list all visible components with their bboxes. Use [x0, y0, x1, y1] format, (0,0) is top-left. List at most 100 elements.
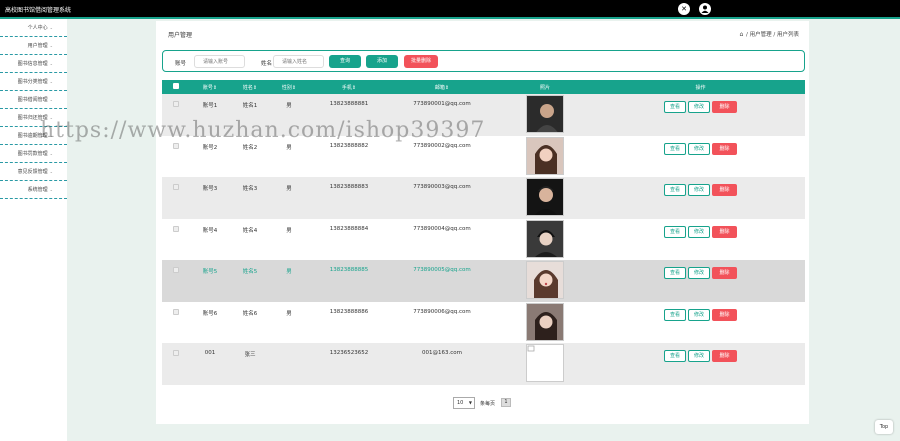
column-header[interactable]: 账号⇕ — [190, 80, 230, 94]
cell-email: 773890006@qq.com — [413, 308, 471, 315]
cell-gender: 男 — [286, 186, 292, 192]
cell-gender: 男 — [286, 269, 292, 275]
home-icon[interactable]: ⌂ — [739, 31, 743, 38]
top-bar: 高校图书馆借阅管理系统 ✕ — [0, 0, 900, 17]
cell-email: 001@163.com — [422, 350, 462, 356]
header-accent-line — [0, 17, 900, 19]
delete-button[interactable]: 删除 — [712, 350, 738, 362]
batch-delete-button[interactable]: 批量删除 — [404, 55, 438, 68]
app-title: 高校图书馆借阅管理系统 — [5, 7, 72, 14]
delete-button[interactable]: 删除 — [712, 142, 738, 155]
cell-gender: 男 — [286, 310, 292, 317]
view-button[interactable]: 查看 — [663, 101, 686, 113]
row-checkbox[interactable] — [173, 142, 179, 149]
cell-name: 姓名1 — [242, 103, 258, 109]
cell-gender — [270, 343, 308, 385]
row-checkbox[interactable] — [173, 308, 179, 315]
cell-phone: 13823888883 — [329, 184, 369, 190]
delete-button[interactable]: 删除 — [712, 267, 738, 279]
table-row: 001 张三 13236523652 001@163.com 查看 修改 删除 — [162, 343, 805, 385]
view-button[interactable]: 查看 — [663, 308, 686, 321]
edit-button[interactable]: 修改 — [688, 184, 711, 196]
edit-button[interactable]: 修改 — [688, 350, 711, 362]
cell-phone: 13823888882 — [329, 142, 369, 149]
sidebar-item-book-info[interactable]: 图书信息管理 ⌄ — [0, 55, 67, 73]
sidebar-item-system[interactable]: 系统管理 ⌄ — [0, 181, 67, 199]
breadcrumb-item[interactable]: 用户管理 — [750, 32, 772, 38]
select-all-checkbox[interactable] — [173, 83, 179, 89]
view-button[interactable]: 查看 — [663, 350, 686, 362]
chevron-down-icon: ⌄ — [49, 43, 53, 48]
chevron-down-icon: ⌄ — [49, 187, 53, 192]
page-size-select[interactable]: 10 ▼ — [453, 397, 475, 409]
sidebar-item-book-fine[interactable]: 图书罚款管理 ⌄ — [0, 145, 67, 163]
view-button[interactable]: 查看 — [663, 267, 686, 279]
back-to-top-button[interactable]: Top — [875, 420, 893, 434]
user-photo — [526, 95, 564, 133]
delete-button[interactable]: 删除 — [712, 308, 738, 321]
column-header[interactable]: 姓名⇕ — [230, 80, 270, 94]
query-button[interactable]: 查询 — [329, 55, 361, 68]
sidebar-item-book-borrow[interactable]: 图书借阅管理 ⌄ — [0, 91, 67, 109]
row-checkbox[interactable] — [173, 101, 179, 107]
column-header: 照片 — [539, 84, 550, 91]
chevron-down-icon: ⌄ — [49, 151, 53, 156]
delete-button[interactable]: 删除 — [712, 225, 738, 238]
sidebar-item-book-overdue[interactable]: 图书逾期管理 ⌄ — [0, 127, 67, 145]
edit-button[interactable]: 修改 — [688, 225, 711, 238]
account-input[interactable] — [194, 55, 245, 68]
row-checkbox[interactable] — [173, 350, 179, 356]
user-photo — [526, 136, 564, 175]
user-photo — [526, 302, 564, 341]
user-icon[interactable] — [699, 3, 711, 15]
close-icon[interactable]: ✕ — [678, 3, 690, 15]
chevron-down-icon: ⌄ — [49, 169, 53, 174]
row-checkbox[interactable] — [173, 184, 179, 190]
cell-account: 账号6 — [202, 310, 218, 317]
table-row: 账号4 姓名4 男 13823888884 773890004@qq.com 查看 修改 删除 — [162, 218, 805, 260]
table-row: 账号2 姓名2 男 13823888882 773890002@qq.com 查看 修改 删除 — [162, 135, 805, 177]
table-header: 账号⇕ 姓名⇕ 性别⇕ 手机⇕ 邮箱⇕ 照片 操作 — [162, 80, 805, 94]
table-row: 账号3 姓名3 男 13823888883 773890003@qq.com 查看 修改 删除 — [162, 177, 805, 219]
sidebar-item-personal-center[interactable]: 个人中心 ⌄ — [0, 19, 67, 37]
user-table: 账号⇕ 姓名⇕ 性别⇕ 手机⇕ 邮箱⇕ 照片 操作 账号1 姓名1 男 1382388… — [162, 80, 805, 385]
column-header[interactable]: 性别⇕ — [270, 80, 308, 94]
cell-phone: 13823888881 — [329, 101, 369, 107]
search-form: 账号 姓名 查询 添加 批量删除 — [162, 50, 805, 72]
cell-email: 773890002@qq.com — [413, 142, 471, 149]
column-header[interactable]: 手机⇕ — [308, 80, 390, 94]
view-button[interactable]: 查看 — [663, 184, 686, 196]
cell-gender: 男 — [286, 144, 292, 151]
user-photo — [526, 219, 564, 258]
sidebar-item-feedback[interactable]: 意见反馈管理 ⌄ — [0, 163, 67, 181]
delete-button[interactable]: 删除 — [712, 184, 738, 196]
cell-name: 姓名2 — [242, 144, 258, 151]
cell-gender: 男 — [286, 227, 292, 234]
edit-button[interactable]: 修改 — [688, 267, 711, 279]
view-button[interactable]: 查看 — [663, 225, 686, 238]
edit-button[interactable]: 修改 — [688, 308, 711, 321]
add-button[interactable]: 添加 — [366, 55, 398, 68]
row-checkbox[interactable] — [173, 267, 179, 273]
account-label: 账号 — [175, 61, 187, 67]
chevron-down-icon: ▼ — [468, 400, 472, 405]
page-title: 用户管理 — [168, 32, 193, 39]
name-input[interactable] — [273, 55, 324, 68]
edit-button[interactable]: 修改 — [688, 101, 711, 113]
row-checkbox[interactable] — [173, 225, 179, 232]
sidebar-item-book-category[interactable]: 图书分类管理 ⌄ — [0, 73, 67, 91]
chevron-down-icon: ⌄ — [49, 79, 53, 84]
table-row: 账号1 姓名1 男 13823888881 773890001@qq.com 查看 修改 删除 — [162, 94, 805, 136]
sidebar-item-user-management[interactable]: 用户管理 ⌄ — [0, 37, 67, 55]
cell-email: 773890004@qq.com — [413, 225, 471, 232]
view-button[interactable]: 查看 — [663, 142, 686, 155]
cell-phone: 13823888886 — [329, 308, 369, 315]
sidebar: 个人中心 ⌄ 用户管理 ⌄ 图书信息管理 ⌄ 图书分类管理 ⌄ 图书借阅管理 ⌄ 图书归还… — [0, 19, 67, 441]
cell-name: 姓名4 — [242, 227, 258, 234]
column-header[interactable]: 邮箱⇕ — [390, 80, 494, 94]
page-number[interactable]: 1 — [501, 398, 511, 407]
delete-button[interactable]: 删除 — [712, 101, 738, 113]
edit-button[interactable]: 修改 — [688, 142, 711, 155]
sidebar-item-book-return[interactable]: 图书归还管理 ⌄ — [0, 109, 67, 127]
cell-gender: 男 — [286, 103, 292, 109]
